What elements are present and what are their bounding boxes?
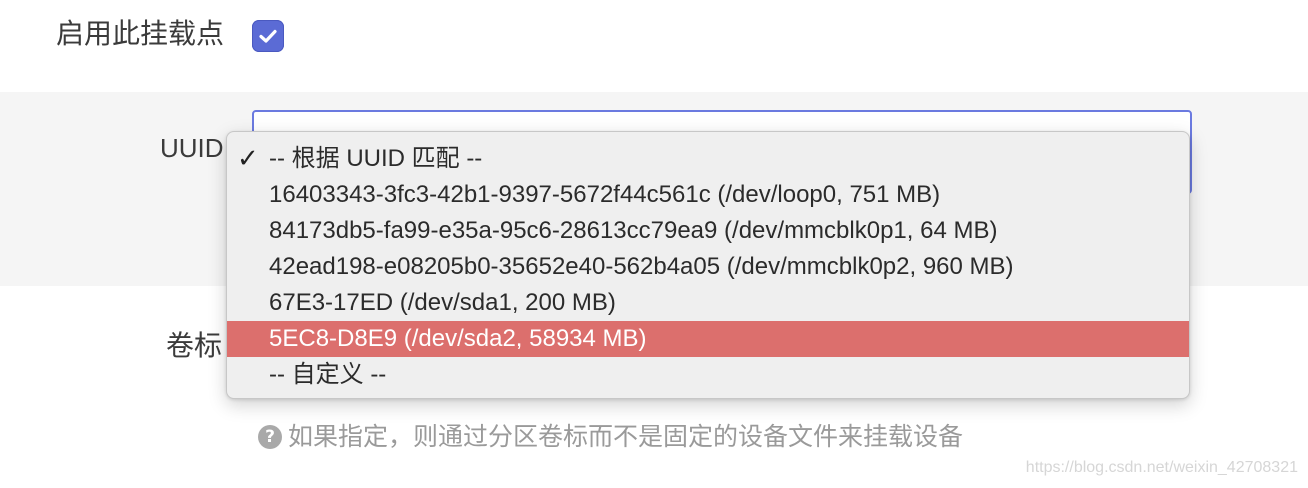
dropdown-option-mmcblk0p2[interactable]: 42ead198-e08205b0-35652e40-562b4a05 (/de… xyxy=(227,249,1189,285)
help-text: 如果指定，则通过分区卷标而不是固定的设备文件来挂载设备 xyxy=(288,423,964,451)
option-label: 84173db5-fa99-e35a-95c6-28613cc79ea9 (/d… xyxy=(269,217,998,244)
dropdown-option-custom[interactable]: -- 自定义 -- xyxy=(227,357,1189,393)
enable-mount-row: 启用此挂载点 xyxy=(0,0,1308,92)
option-label: -- 根据 UUID 匹配 -- xyxy=(269,145,483,172)
option-label: 67E3-17ED (/dev/sda1, 200 MB) xyxy=(269,289,616,316)
checkmark-icon xyxy=(259,29,277,43)
dropdown-option-sda1[interactable]: 67E3-17ED (/dev/sda1, 200 MB) xyxy=(227,285,1189,321)
uuid-label: UUID xyxy=(160,133,224,163)
question-circle-icon: ? xyxy=(258,425,282,449)
option-label: -- 自定义 -- xyxy=(269,361,387,388)
enable-mount-checkbox[interactable] xyxy=(252,20,284,52)
option-label: 42ead198-e08205b0-35652e40-562b4a05 (/de… xyxy=(269,253,1014,280)
volume-label: 卷标 xyxy=(166,330,223,361)
option-label: 16403343-3fc3-42b1-9397-5672f44c561c (/d… xyxy=(269,181,941,208)
dropdown-option-uuid-match[interactable]: ✓ -- 根据 UUID 匹配 -- xyxy=(227,141,1189,177)
dropdown-option-sda2[interactable]: 5EC8-D8E9 (/dev/sda2, 58934 MB) xyxy=(227,321,1189,357)
dropdown-option-mmcblk0p1[interactable]: 84173db5-fa99-e35a-95c6-28613cc79ea9 (/d… xyxy=(227,213,1189,249)
option-label: 5EC8-D8E9 (/dev/sda2, 58934 MB) xyxy=(269,325,647,352)
watermark: https://blog.csdn.net/weixin_42708321 xyxy=(1025,459,1298,476)
dropdown-option-loop0[interactable]: 16403343-3fc3-42b1-9397-5672f44c561c (/d… xyxy=(227,177,1189,213)
selected-check-icon: ✓ xyxy=(237,144,259,174)
enable-mount-label: 启用此挂载点 xyxy=(56,18,225,49)
volume-help-text: ? 如果指定，则通过分区卷标而不是固定的设备文件来挂载设备 xyxy=(258,420,963,454)
uuid-dropdown-menu: ✓ -- 根据 UUID 匹配 -- 16403343-3fc3-42b1-93… xyxy=(226,131,1190,399)
